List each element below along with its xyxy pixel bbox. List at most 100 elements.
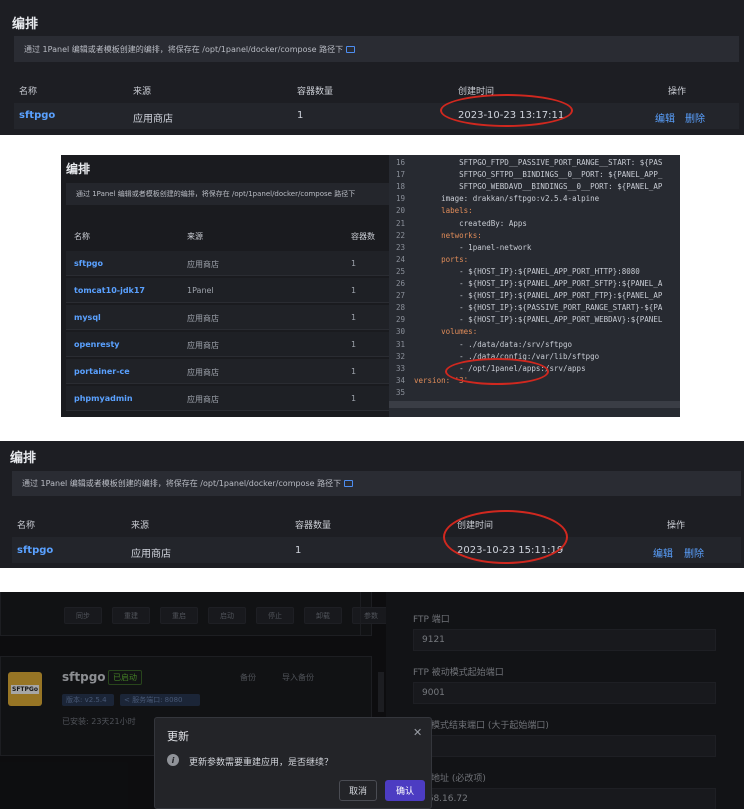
line-number: 34 xyxy=(395,375,405,385)
info-banner: 通过 1Panel 编辑或者模板创建的编排，将保存在 /opt/1panel/d… xyxy=(66,183,391,205)
code-line: - ${HOST_IP}:${PASSIVE_PORT_RANGE_START}… xyxy=(414,303,663,313)
col-ops: 操作 xyxy=(667,521,686,531)
folder-icon[interactable] xyxy=(346,45,356,53)
line-number: 35 xyxy=(395,387,405,397)
code-line: image: drakkan/sftpgo:v2.5.4-alpine xyxy=(414,194,600,204)
info-text: 通过 1Panel 编辑或者模板创建的编排，将保存在 /opt/1panel/d… xyxy=(24,44,344,54)
line-number: 22 xyxy=(395,230,405,240)
line-number: 20 xyxy=(395,206,405,216)
page-title: 编排 xyxy=(66,162,91,176)
page-title: 编排 xyxy=(12,17,39,32)
list-count: 1 xyxy=(351,259,357,268)
folder-icon[interactable] xyxy=(344,480,354,487)
compose-name-link[interactable]: sftpgo xyxy=(17,545,53,556)
code-line: labels: xyxy=(414,206,473,216)
list-count: 1 xyxy=(351,286,357,295)
bottom-compose-panel: 编排 通过 1Panel 编辑或者模板创建的编排，将保存在 /opt/1pane… xyxy=(0,441,744,568)
info-text: 通过 1Panel 编辑或者模板创建的编排，将保存在 /opt/1panel/d… xyxy=(76,190,356,198)
line-number: 28 xyxy=(395,303,405,313)
list-source: 应用商店 xyxy=(187,260,219,269)
line-number: 23 xyxy=(395,242,405,252)
list-count: 1 xyxy=(351,394,357,403)
line-number: 16 xyxy=(395,158,405,167)
line-number: 19 xyxy=(395,194,405,204)
code-line: - ${HOST_IP}:${PANEL_APP_PORT_SFTP}:${PA… xyxy=(414,279,663,288)
code-line: ports: xyxy=(414,254,469,264)
line-number: 24 xyxy=(395,254,405,264)
close-icon[interactable]: ✕ xyxy=(413,726,422,739)
highlight-circle xyxy=(445,358,549,385)
col-name: 名称 xyxy=(17,521,36,531)
col-source: 来源 xyxy=(133,87,152,97)
delete-link[interactable]: 删除 xyxy=(685,110,705,125)
update-dialog: 更新 ✕ i 更新参数需要重建应用，是否继续？ 取消 确认 xyxy=(154,717,432,809)
list-name[interactable]: tomcat10-jdk17 xyxy=(74,286,145,295)
code-line: - ./data/data:/srv/sftpgo xyxy=(414,339,573,349)
code-line: SFTPGO_SFTPD__BINDINGS__0__PORT: ${PANEL… xyxy=(414,170,663,180)
list-source: 应用商店 xyxy=(187,368,219,377)
info-text: 通过 1Panel 编辑或者模板创建的编排，将保存在 /opt/1panel/d… xyxy=(22,479,342,488)
edit-link[interactable]: 编辑 xyxy=(653,545,673,560)
code-line: - ${HOST_IP}:${PANEL_APP_PORT_HTTP}:8080 xyxy=(414,266,640,276)
edit-link[interactable]: 编辑 xyxy=(655,110,675,125)
code-line: - 1panel-network xyxy=(414,242,532,252)
col-source: 来源 xyxy=(131,521,150,531)
code-line: SFTPGO_FTPD__PASSIVE_PORT_RANGE__START: … xyxy=(414,158,663,167)
line-number: 21 xyxy=(395,218,405,228)
top-compose-panel: 编排 通过 1Panel 编辑或者模板创建的编排，将保存在 /opt/1pane… xyxy=(0,0,744,135)
line-number: 26 xyxy=(395,279,405,288)
col-ops: 操作 xyxy=(668,87,687,97)
info-banner: 通过 1Panel 编辑或者模板创建的编排，将保存在 /opt/1panel/d… xyxy=(14,36,739,62)
line-number: 25 xyxy=(395,266,405,276)
list-name[interactable]: portainer-ce xyxy=(74,367,130,376)
app-panel: 同步 重建 重启 启动 停止 卸载 参数 SFTPGo sftpgo 已启动 备份 导入备份… xyxy=(0,592,744,809)
col-source: 来源 xyxy=(187,232,203,241)
source-cell: 应用商店 xyxy=(133,114,173,125)
dialog-title: 更新 xyxy=(167,730,189,743)
col-count: 容器数 xyxy=(351,232,375,241)
line-number: 18 xyxy=(395,182,405,192)
table-row xyxy=(14,103,739,129)
list-name[interactable]: phpmyadmin xyxy=(74,394,133,403)
cancel-button[interactable]: 取消 xyxy=(339,780,377,801)
page-title: 编排 xyxy=(10,451,37,466)
table-row xyxy=(12,537,741,563)
highlight-circle xyxy=(440,94,573,127)
list-item xyxy=(66,251,389,276)
line-number: 30 xyxy=(395,327,405,337)
line-number: 33 xyxy=(395,363,405,373)
line-number: 29 xyxy=(395,315,405,325)
list-count: 1 xyxy=(351,340,357,349)
highlight-circle xyxy=(443,510,568,564)
code-line: volumes: xyxy=(414,327,478,337)
info-banner: 通过 1Panel 编辑或者模板创建的编排，将保存在 /opt/1panel/d… xyxy=(12,471,741,496)
col-count: 容器数量 xyxy=(297,87,334,97)
code-line: createdBy: Apps xyxy=(414,218,527,228)
count-cell: 1 xyxy=(295,545,302,556)
compose-name-link[interactable]: sftpgo xyxy=(19,110,55,121)
source-cell: 应用商店 xyxy=(131,549,171,560)
list-source: 1Panel xyxy=(187,286,214,295)
confirm-button[interactable]: 确认 xyxy=(385,780,425,801)
line-number: 32 xyxy=(395,351,405,361)
list-count: 1 xyxy=(351,367,357,376)
dialog-message: 更新参数需要重建应用，是否继续？ xyxy=(189,758,334,768)
list-count: 1 xyxy=(351,313,357,322)
editor-scrollbar[interactable] xyxy=(389,401,680,408)
delete-link[interactable]: 删除 xyxy=(684,545,704,560)
col-count: 容器数量 xyxy=(295,521,332,531)
col-name: 名称 xyxy=(74,232,90,241)
list-name[interactable]: openresty xyxy=(74,340,120,349)
list-name[interactable]: mysql xyxy=(74,313,101,322)
line-number: 27 xyxy=(395,291,405,301)
list-source: 应用商店 xyxy=(187,395,219,404)
code-line: - ${HOST_IP}:${PANEL_APP_PORT_FTP}:${PAN… xyxy=(414,291,663,301)
code-line: SFTPGO_WEBDAVD__BINDINGS__0__PORT: ${PAN… xyxy=(414,182,663,192)
col-name: 名称 xyxy=(19,87,38,97)
list-name[interactable]: sftpgo xyxy=(74,259,103,268)
list-item xyxy=(66,305,389,330)
line-number: 17 xyxy=(395,170,405,180)
code-line: networks: xyxy=(414,230,482,240)
list-source: 应用商店 xyxy=(187,314,219,323)
code-line: - ${HOST_IP}:${PANEL_APP_PORT_WEBDAV}:${… xyxy=(414,315,663,325)
